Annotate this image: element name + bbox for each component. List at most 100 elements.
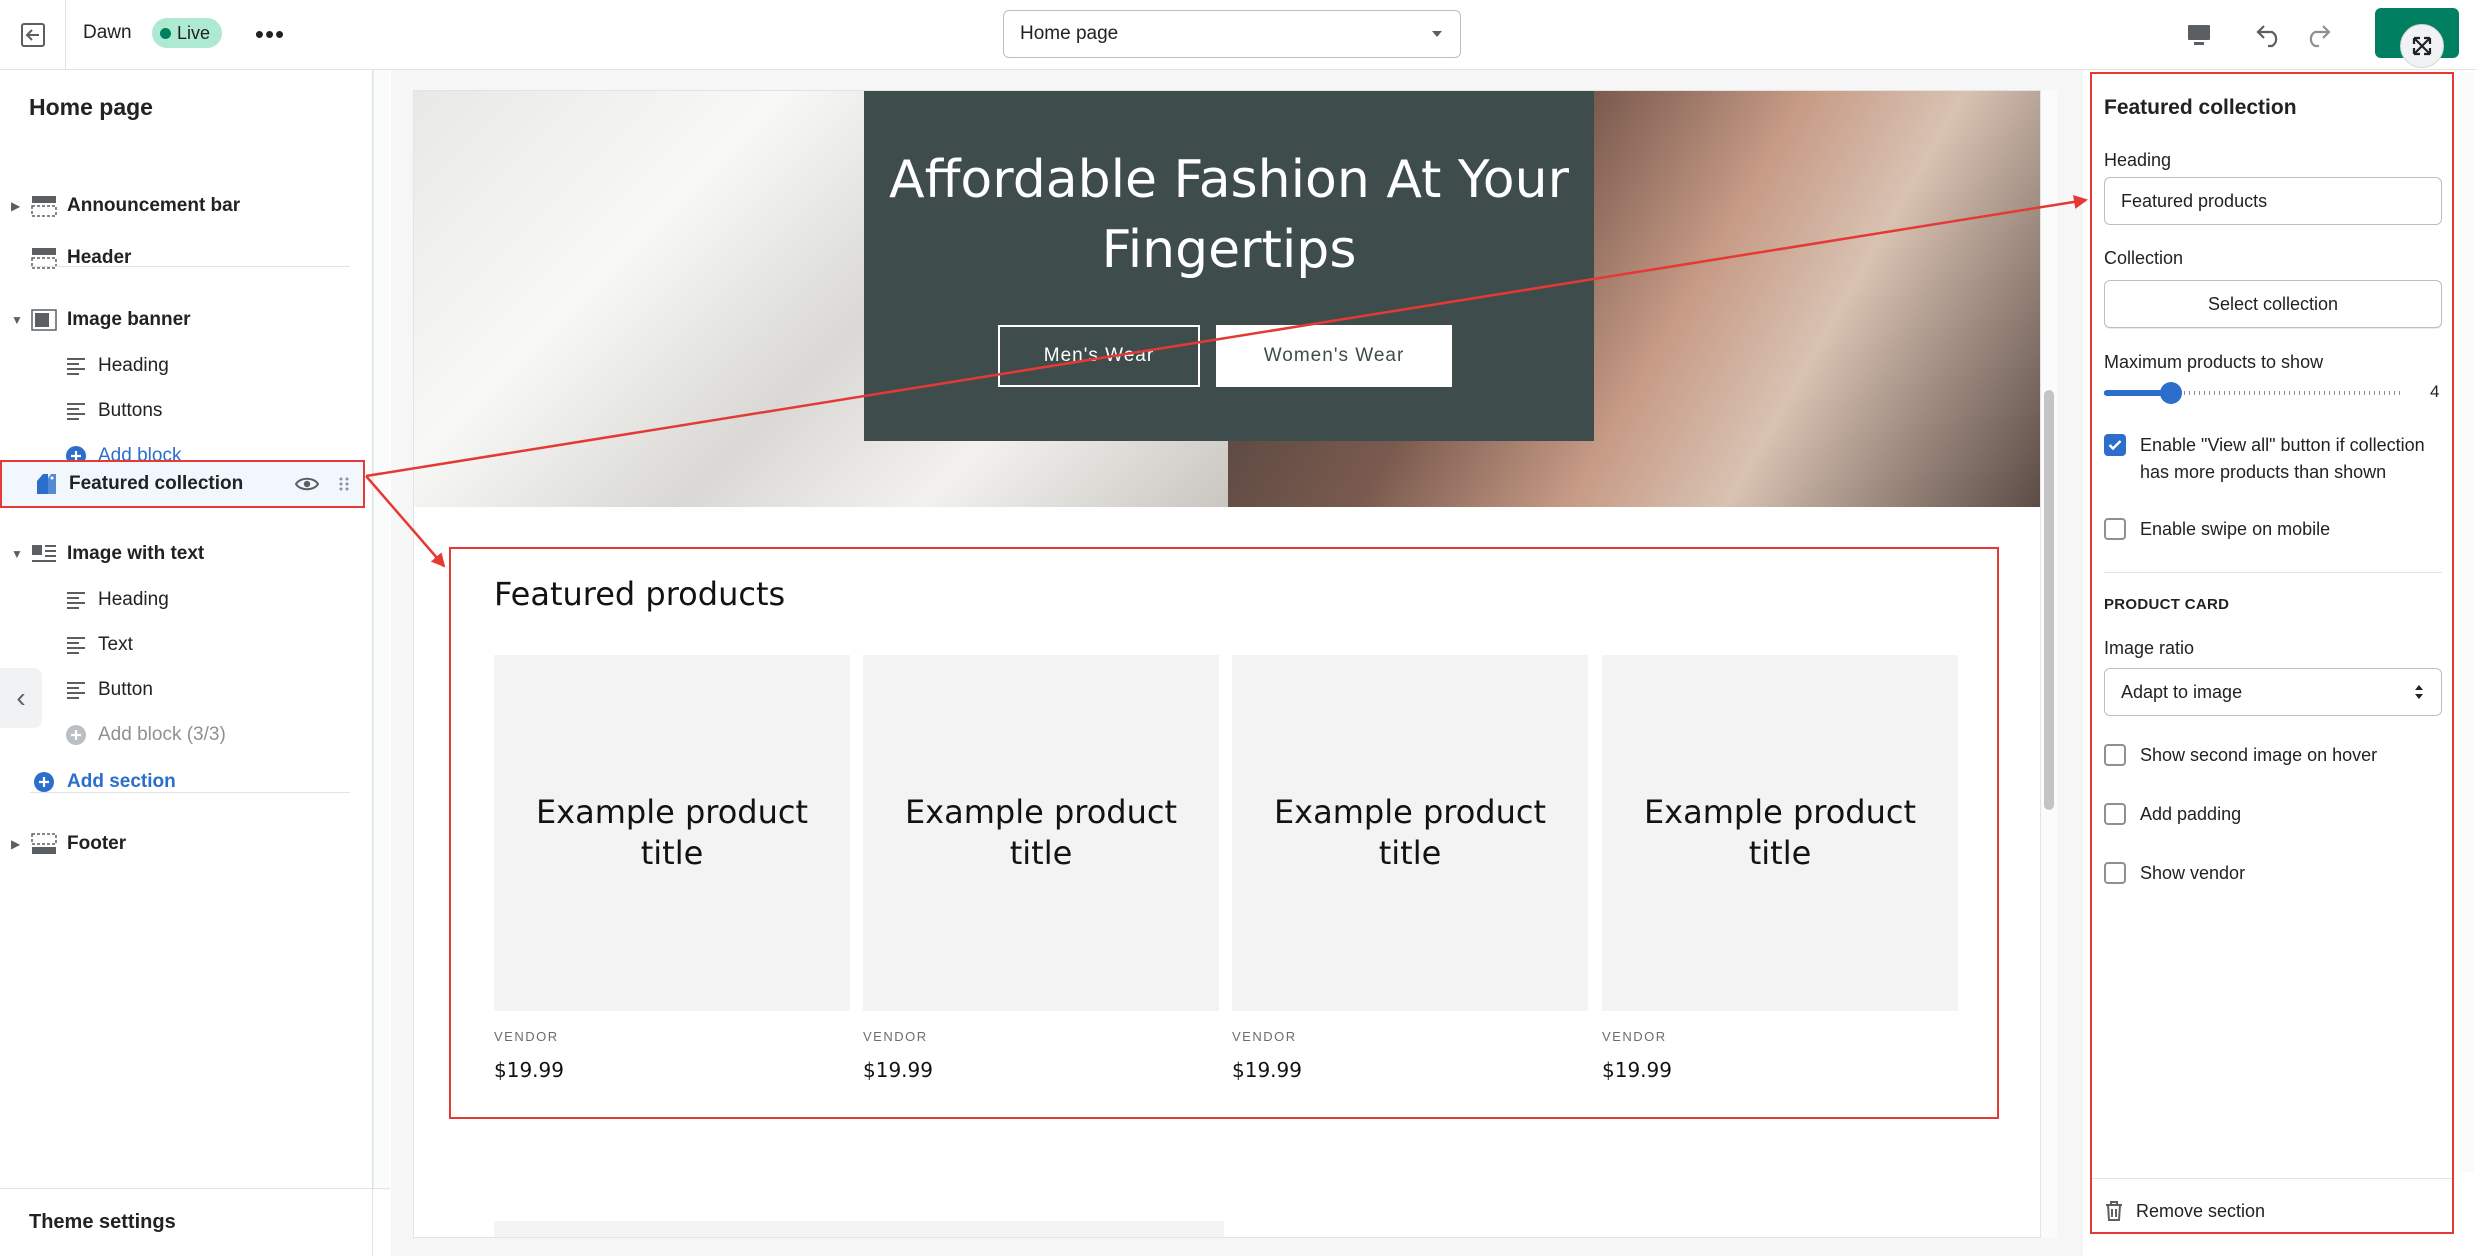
sidebar-item-label: Text — [98, 634, 133, 655]
product-vendor: VENDOR — [863, 1029, 928, 1044]
vendor-checkbox[interactable] — [2104, 862, 2126, 884]
page-select-value: Home page — [1020, 23, 1119, 44]
sidebar-item-label: Image with text — [67, 543, 205, 564]
collapse-sidebar-button[interactable]: ‹ — [0, 668, 42, 728]
sidebar-item-image-banner[interactable]: ▼ Image banner — [0, 298, 355, 342]
product-card[interactable]: Example product title VENDOR $19.99 — [1602, 655, 1958, 1082]
slider-handle[interactable] — [2160, 382, 2182, 404]
sidebar-item-image-with-text[interactable]: ▼ Image with text — [0, 532, 355, 576]
padding-label: Add padding — [2140, 804, 2242, 824]
swipe-checkbox[interactable] — [2104, 518, 2126, 540]
panel-footer-divider — [2092, 1178, 2452, 1179]
eye-icon[interactable] — [295, 476, 319, 492]
product-card[interactable]: Example product title VENDOR $19.99 — [1232, 655, 1588, 1082]
second-image-label: Show second image on hover — [2140, 745, 2378, 765]
sidebar-block-heading[interactable]: Heading — [0, 578, 355, 622]
heading-input[interactable]: Featured products — [2104, 177, 2442, 225]
image-banner[interactable]: Affordable Fashion At Your Fingertips Me… — [414, 91, 2040, 507]
sidebar-item-label: Image banner — [67, 309, 191, 330]
view-all-option[interactable]: Enable "View all" button if collection h… — [2104, 432, 2444, 486]
image-ratio-select[interactable]: Adapt to image — [2104, 668, 2442, 716]
vendor-option[interactable]: Show vendor — [2104, 860, 2444, 887]
chevron-left-icon: ‹ — [16, 682, 26, 713]
sidebar-item-featured-collection[interactable]: Featured collection — [0, 460, 365, 508]
select-collection-button[interactable]: Select collection — [2104, 280, 2442, 328]
text-lines-icon — [62, 398, 90, 424]
product-title: Example product title — [1602, 655, 1958, 1011]
trash-icon — [2106, 1201, 2122, 1221]
add-section-button[interactable]: Add section — [0, 760, 355, 804]
remove-section-button[interactable]: Remove section — [2104, 1200, 2265, 1222]
sidebar-block-buttons[interactable]: Buttons — [0, 389, 355, 433]
max-products-slider[interactable] — [2104, 382, 2424, 404]
second-image-checkbox[interactable] — [2104, 744, 2126, 766]
product-card[interactable]: Example product title VENDOR $19.99 — [863, 655, 1219, 1082]
sidebar-scrollbar[interactable] — [373, 70, 390, 1190]
caret-right-icon[interactable]: ▶ — [11, 837, 20, 851]
sidebar-block-button[interactable]: Button — [0, 668, 355, 712]
top-bar: Dawn Live ••• Home page — [0, 0, 2476, 70]
text-lines-icon — [62, 632, 90, 658]
sidebar-item-label: Heading — [98, 355, 169, 376]
image-banner-icon — [30, 307, 58, 333]
sidebar-item-label: Add section — [67, 771, 176, 792]
view-all-checkbox[interactable] — [2104, 434, 2126, 456]
collection-label: Collection — [2104, 248, 2184, 268]
header-icon — [30, 245, 58, 271]
live-dot-icon — [160, 27, 171, 39]
sidebar-item-header[interactable]: Header — [0, 236, 355, 280]
sidebar-item-label: Button — [98, 679, 153, 700]
banner-heading: Affordable Fashion At Your Fingertips — [889, 150, 1569, 280]
padding-option[interactable]: Add padding — [2104, 801, 2444, 828]
redo-icon — [2309, 25, 2331, 48]
max-products-value: 4 — [2430, 382, 2440, 401]
second-image-option[interactable]: Show second image on hover — [2104, 742, 2444, 769]
caret-down-icon[interactable]: ▼ — [11, 547, 23, 561]
product-title: Example product title — [494, 655, 850, 1011]
sidebar-block-heading[interactable]: Heading — [0, 344, 355, 388]
desktop-icon — [2188, 25, 2210, 45]
product-title: Example product title — [1232, 655, 1588, 1011]
padding-checkbox[interactable] — [2104, 803, 2126, 825]
theme-settings-button[interactable]: Theme settings — [0, 1188, 390, 1256]
view-all-label: Enable "View all" button if collection h… — [2140, 435, 2425, 482]
redo-button[interactable] — [2297, 14, 2339, 56]
caret-down-icon[interactable]: ▼ — [11, 313, 23, 327]
caret-down-icon — [1432, 31, 1442, 37]
remove-section-label: Remove section — [2136, 1200, 2266, 1221]
desktop-preview-button[interactable] — [2178, 14, 2220, 56]
panel-scrollbar[interactable] — [2458, 72, 2474, 1172]
image-ratio-label: Image ratio — [2104, 638, 2195, 658]
sidebar-block-text[interactable]: Text — [0, 623, 355, 667]
product-price: $19.99 — [1602, 1058, 1672, 1082]
product-card[interactable]: Example product title VENDOR $19.99 — [494, 655, 850, 1082]
preview-scrollbar[interactable] — [2041, 90, 2057, 1238]
preview-scroll-thumb[interactable] — [2044, 390, 2054, 810]
sidebar-title: Home page — [29, 94, 153, 120]
page-select[interactable]: Home page — [1003, 10, 1461, 58]
sidebar-divider — [30, 266, 350, 267]
more-actions-button[interactable]: ••• — [248, 14, 292, 54]
sidebar-item-footer[interactable]: ▶ Footer — [0, 822, 355, 866]
select-collection-label: Select collection — [2207, 293, 2339, 314]
panel-title: Featured collection — [2104, 96, 2297, 119]
live-badge-label: Live — [177, 22, 211, 43]
mens-wear-button[interactable]: Men's Wear — [998, 325, 1200, 387]
undo-button[interactable] — [2248, 14, 2290, 56]
product-title: Example product title — [863, 655, 1219, 1011]
next-section-preview — [494, 1221, 1224, 1237]
swipe-option[interactable]: Enable swipe on mobile — [2104, 516, 2444, 543]
undo-icon — [2256, 25, 2278, 48]
sidebar-item-announcement-bar[interactable]: ▶ Announcement bar — [0, 184, 355, 228]
select-arrows-icon — [2415, 685, 2423, 699]
drag-handle-icon[interactable] — [339, 476, 349, 492]
expand-button[interactable] — [2400, 24, 2444, 68]
swipe-label: Enable swipe on mobile — [2140, 519, 2331, 539]
add-block-disabled: Add block (3/3) — [0, 713, 355, 757]
store-preview: Affordable Fashion At Your Fingertips Me… — [413, 90, 2041, 1238]
caret-right-icon[interactable]: ▶ — [11, 199, 20, 213]
product-price: $19.99 — [863, 1058, 933, 1082]
womens-wear-button[interactable]: Women's Wear — [1216, 325, 1452, 387]
max-products-label: Maximum products to show — [2104, 352, 2324, 372]
exit-button[interactable] — [0, 0, 66, 70]
